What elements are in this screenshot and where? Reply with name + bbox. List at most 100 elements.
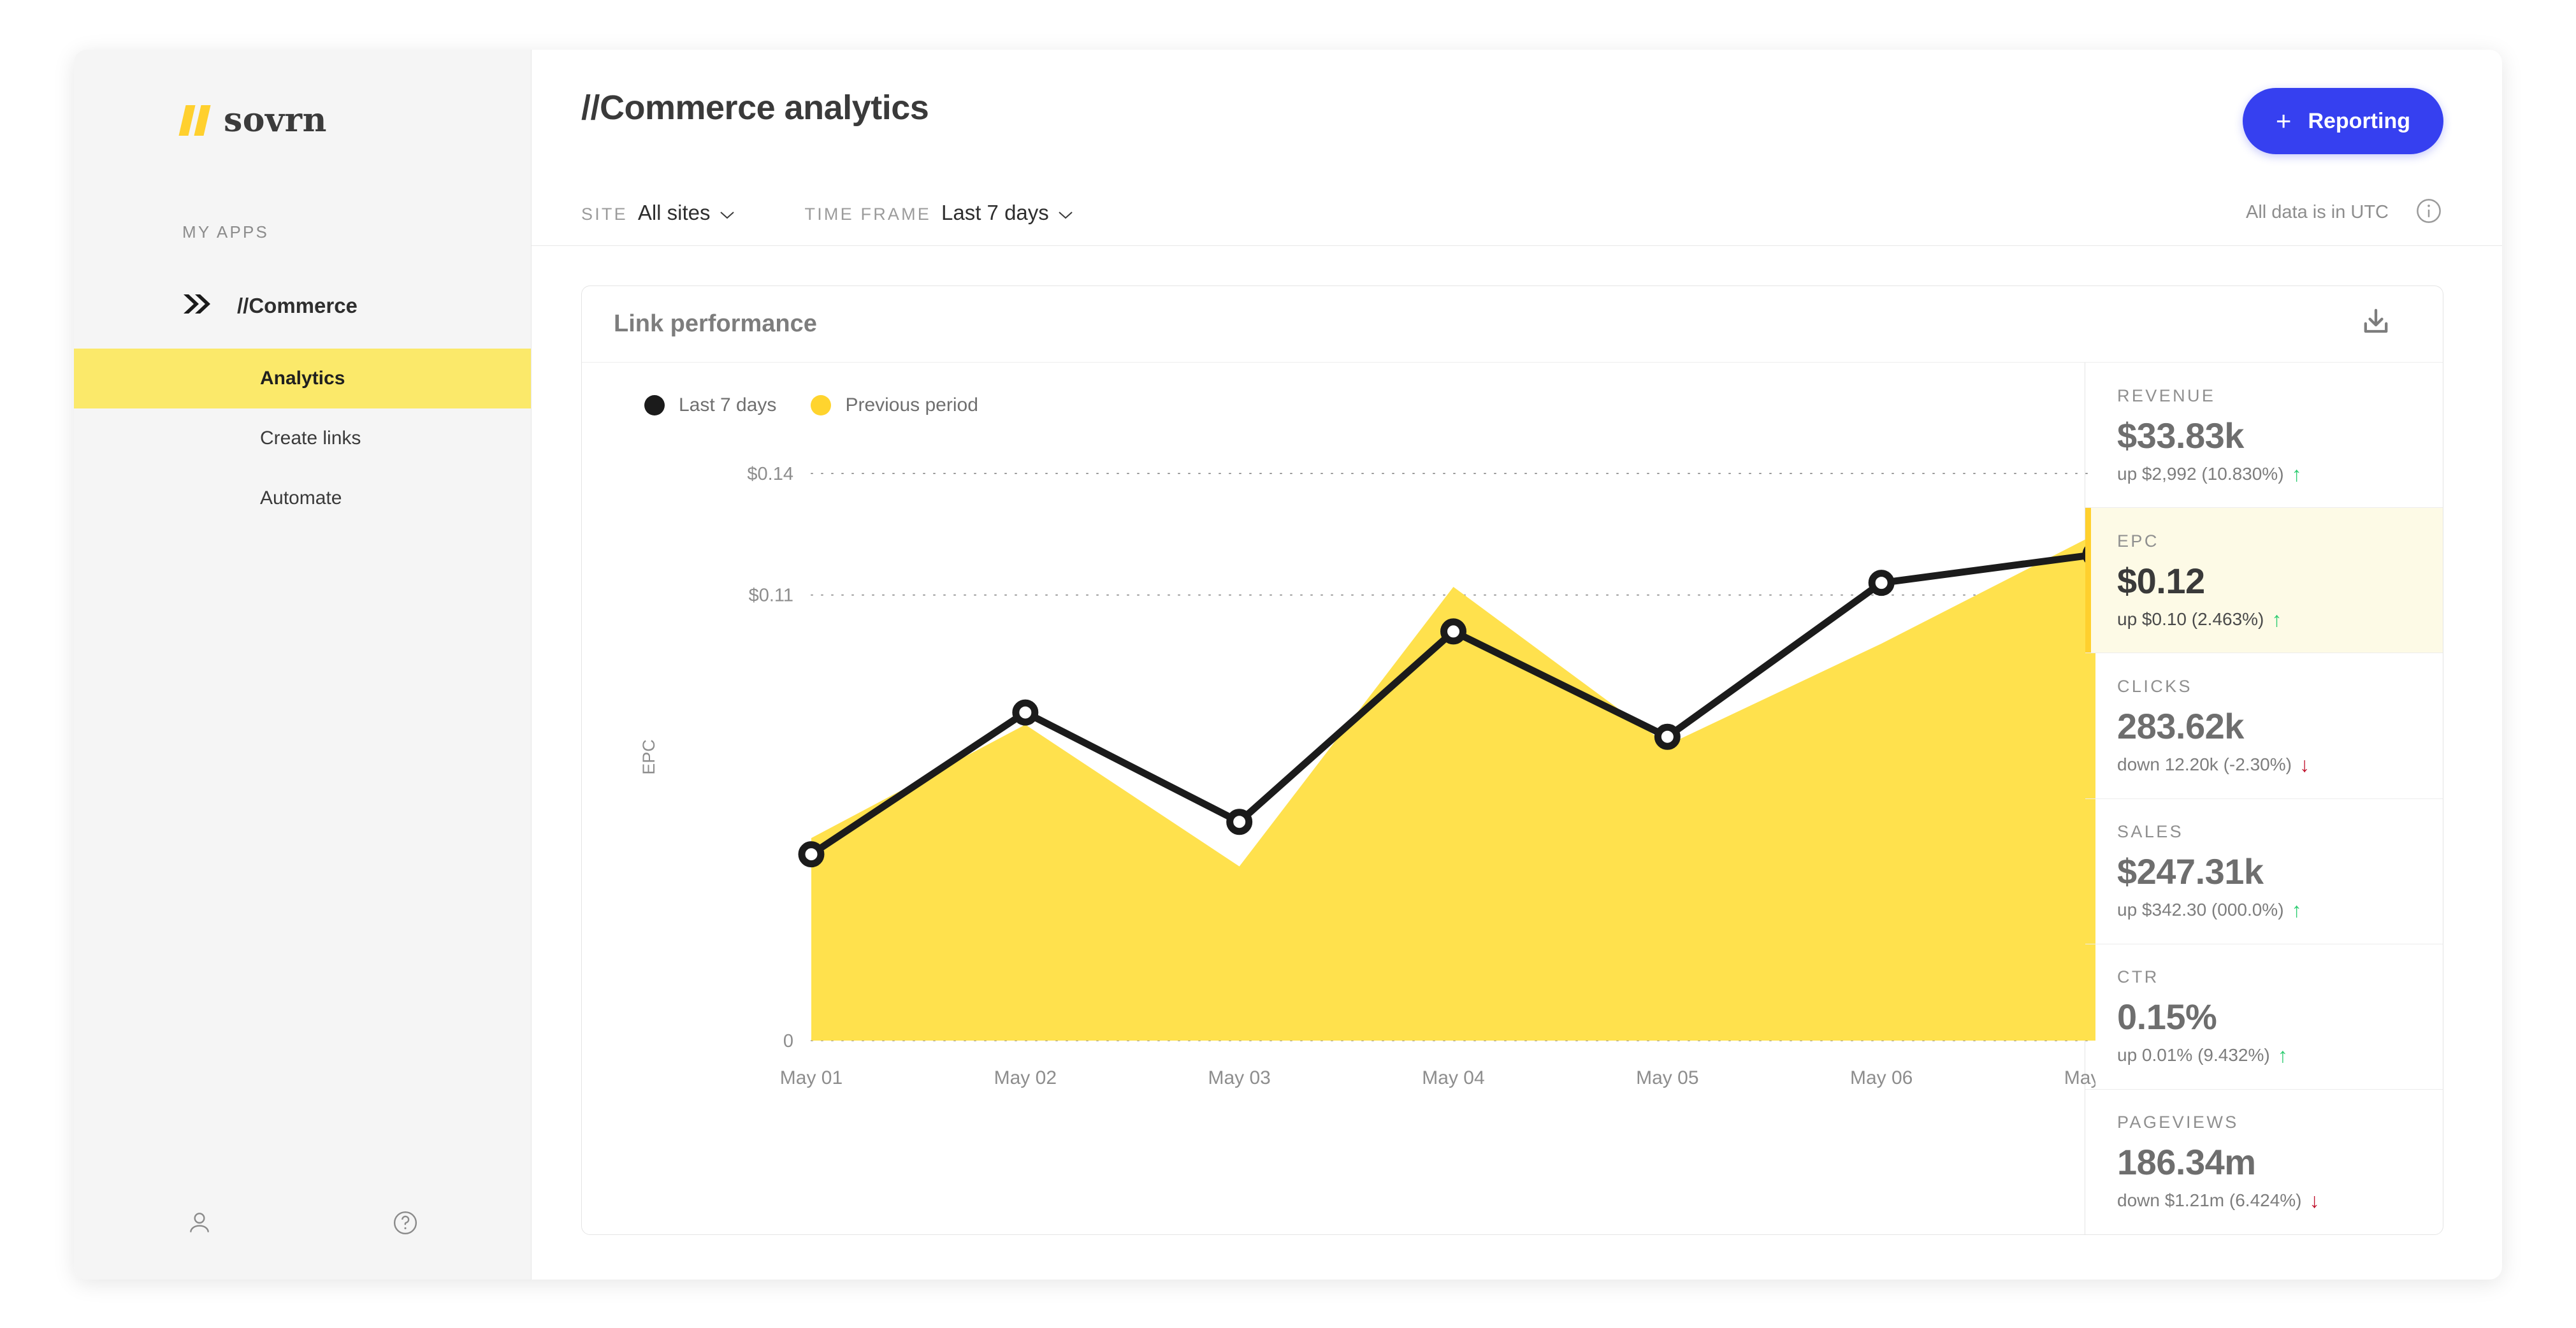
metric-delta-text: up $2,992 (10.830%): [2117, 463, 2284, 484]
sidebar-item-label: Automate: [260, 487, 342, 509]
info-circle-icon[interactable]: [2414, 196, 2443, 229]
metric-delta-text: up 0.01% (9.432%): [2117, 1045, 2270, 1065]
main-content: //Commerce analytics + Reporting SITE Al…: [532, 50, 2502, 1280]
metric-delta: down $1.21m (6.424%) ↓: [2117, 1190, 2443, 1211]
metric-delta-text: down $1.21m (6.424%): [2117, 1190, 2302, 1211]
x-tick-label: May 06: [1850, 1067, 1913, 1088]
sidebar-nav: Analytics Create links Automate: [74, 349, 531, 528]
metric-ctr[interactable]: CTR 0.15% up 0.01% (9.432%) ↑: [2085, 944, 2443, 1090]
metric-delta: up 0.01% (9.432%) ↑: [2117, 1045, 2443, 1065]
arrow-down-icon: ↓: [2309, 1189, 2320, 1213]
sidebar-item-automate[interactable]: Automate: [74, 468, 531, 528]
legend-label: Last 7 days: [679, 394, 777, 415]
metric-value: 186.34m: [2117, 1142, 2256, 1183]
metric-delta-text: up $342.30 (000.0%): [2117, 900, 2284, 920]
metric-revenue[interactable]: REVENUE $33.83k up $2,992 (10.830%) ↑: [2085, 363, 2443, 509]
metric-label: SALES: [2117, 822, 2184, 842]
legend-dot-black: [644, 395, 665, 415]
sidebar-item-create-links[interactable]: Create links: [74, 408, 531, 468]
chart-legend: Last 7 days Previous period: [644, 394, 2085, 416]
arrow-down-icon: ↓: [2299, 753, 2310, 776]
app-window: sovrn MY APPS //Commerce Analytics Creat…: [74, 50, 2502, 1280]
metric-delta-text: down 12.20k (-2.30%): [2117, 754, 2292, 774]
user-account-icon[interactable]: [185, 1209, 213, 1240]
arrow-up-icon: ↑: [2291, 462, 2302, 486]
metrics-panel: REVENUE $33.83k up $2,992 (10.830%) ↑ EP…: [2085, 363, 2443, 1234]
data-point-marker: [1654, 723, 1681, 750]
data-point-marker: [798, 841, 825, 868]
plus-icon: +: [2275, 106, 2292, 136]
metric-label: CTR: [2117, 967, 2159, 987]
sidebar-item-analytics[interactable]: Analytics: [74, 349, 531, 408]
time-frame-filter-value[interactable]: Last 7 days: [941, 201, 1073, 225]
legend-item-current[interactable]: Last 7 days: [644, 394, 776, 416]
area-series-previous-period: [811, 534, 2095, 1041]
chart-svg: EPC $0.14 $0.11 0 May 01 May 02 May 03 May 04 Ma…: [639, 464, 2095, 1088]
metric-label: REVENUE: [2117, 386, 2216, 405]
card-header: Link performance: [582, 286, 2443, 363]
sidebar-section-label: MY APPS: [182, 222, 270, 242]
site-filter-value[interactable]: All sites: [638, 201, 735, 225]
x-tick-label: May 01: [780, 1067, 843, 1088]
y-axis-title: EPC: [639, 739, 658, 775]
question-mark-circle-icon[interactable]: [391, 1209, 419, 1240]
arrow-up-icon: ↑: [2277, 1044, 2288, 1067]
card-title: Link performance: [614, 310, 817, 337]
data-point-marker: [1012, 699, 1039, 726]
metric-sales[interactable]: SALES $247.31k up $342.30 (000.0%) ↑: [2085, 799, 2443, 944]
metric-label: CLICKS: [2117, 676, 2192, 696]
data-point-marker: [1440, 618, 1466, 645]
metric-delta: up $0.10 (2.463%) ↑: [2117, 609, 2443, 630]
metric-delta-text: up $0.10 (2.463%): [2117, 609, 2264, 629]
card-wrap: Link performance Last 7 days Previous pe…: [532, 246, 2502, 1280]
arrow-up-icon: ↑: [2291, 899, 2302, 922]
site-filter-value-text: All sites: [637, 200, 711, 224]
legend-dot-yellow: [811, 395, 832, 415]
reporting-button[interactable]: + Reporting: [2242, 88, 2443, 154]
data-point-marker: [1868, 570, 1895, 596]
x-tick-label: May 05: [1636, 1067, 1698, 1088]
legend-label: Previous period: [845, 394, 978, 415]
metric-value: $247.31k: [2117, 851, 2264, 892]
chevron-down-icon: [1058, 201, 1073, 225]
y-tick-label: $0.14: [747, 464, 793, 484]
data-point-marker: [1226, 809, 1253, 835]
arrow-up-icon: ↑: [2271, 607, 2282, 631]
sidebar-app-label: //Commerce: [237, 293, 358, 317]
time-frame-filter-value-text: Last 7 days: [941, 200, 1049, 224]
sidebar-app-commerce[interactable]: //Commerce: [182, 293, 531, 318]
topbar: //Commerce analytics + Reporting: [532, 50, 2502, 154]
site-filter[interactable]: SITE All sites: [581, 201, 735, 225]
sidebar: sovrn MY APPS //Commerce Analytics Creat…: [74, 50, 532, 1280]
y-tick-label: 0: [783, 1031, 793, 1051]
utc-note-wrap: All data is in UTC: [2246, 196, 2443, 229]
metric-label: PAGEVIEWS: [2117, 1113, 2239, 1132]
x-tick-label: May 02: [994, 1067, 1057, 1088]
epc-chart: EPC $0.14 $0.11 0 May 01 May 02 May 03 May 04 Ma…: [614, 443, 2095, 1163]
filter-bar: SITE All sites TIME FRAME Last 7 days Al…: [532, 180, 2502, 246]
card-body: Last 7 days Previous period EPC $0.14 $0.1…: [582, 363, 2443, 1234]
chart-column: Last 7 days Previous period EPC $0.14 $0.1…: [582, 363, 2095, 1234]
brand[interactable]: sovrn: [74, 50, 531, 140]
sidebar-item-label: Analytics: [260, 368, 345, 389]
legend-item-previous[interactable]: Previous period: [811, 394, 978, 416]
reporting-button-label: Reporting: [2308, 108, 2410, 133]
brand-name: sovrn: [224, 101, 327, 140]
metric-delta: up $2,992 (10.830%) ↑: [2117, 464, 2443, 484]
metric-value: 0.15%: [2117, 997, 2217, 1037]
metric-pageviews[interactable]: PAGEVIEWS 186.34m down $1.21m (6.424%) ↓: [2085, 1090, 2443, 1234]
metric-value: $0.12: [2117, 560, 2205, 601]
metric-epc[interactable]: EPC $0.12 up $0.10 (2.463%) ↑: [2085, 508, 2443, 654]
page-title: //Commerce analytics: [581, 89, 929, 127]
metric-value: $33.83k: [2117, 415, 2244, 456]
metric-label: EPC: [2117, 531, 2159, 551]
time-frame-filter[interactable]: TIME FRAME Last 7 days: [805, 201, 1073, 225]
sidebar-footer: [74, 1209, 531, 1240]
metric-clicks[interactable]: CLICKS 283.62k down 12.20k (-2.30%) ↓: [2085, 653, 2443, 799]
x-tick-label: May 04: [1422, 1067, 1484, 1088]
double-chevron-right-icon: [182, 293, 212, 318]
x-tick-label: May 03: [1208, 1067, 1270, 1088]
sovrn-slashes-logo-icon: [178, 105, 211, 136]
utc-note: All data is in UTC: [2245, 202, 2389, 222]
download-icon[interactable]: [2359, 305, 2393, 343]
